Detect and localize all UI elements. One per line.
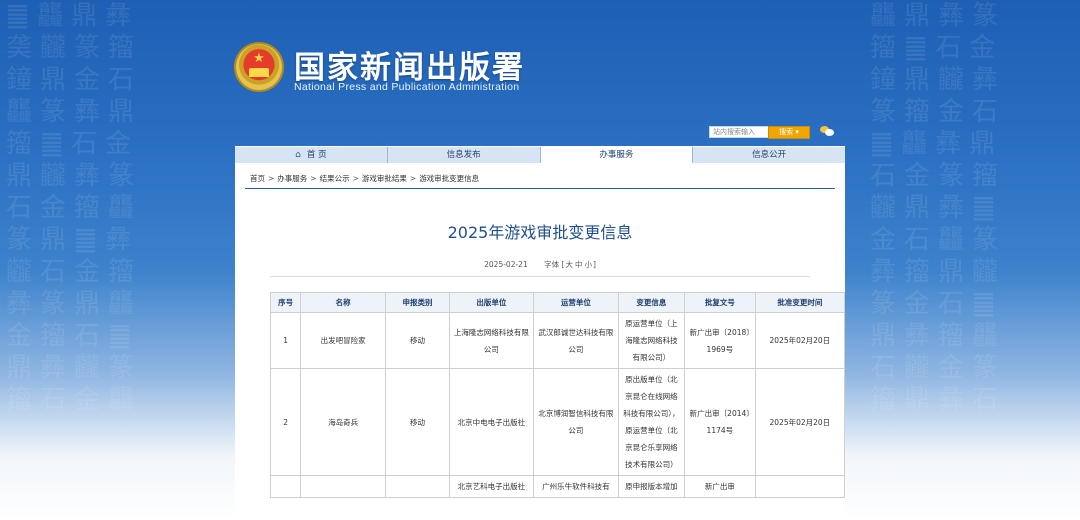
publish-date: 2025-02-21 <box>484 260 528 269</box>
cell-approval: 新广出审〔2014〕1174号 <box>684 368 756 476</box>
font-small-button[interactable]: 小 <box>584 260 592 269</box>
breadcrumb-game-results[interactable]: 游戏审批结果 <box>362 174 407 183</box>
col-header: 批复文号 <box>684 292 756 313</box>
font-medium-button[interactable]: 中 <box>575 260 583 269</box>
font-size-label: 字体 <box>544 260 560 269</box>
approval-change-table: 序号 名称 申报类别 出版单位 运营单位 变更信息 批复文号 批准变更时间 1 … <box>269 292 846 498</box>
breadcrumb-current[interactable]: 游戏审批变更信息 <box>419 174 479 183</box>
home-icon: ⌂ <box>295 150 301 160</box>
cell-operator: 广州乐牛软件科技有 <box>532 475 619 498</box>
breadcrumb: 首页 > 办事服务 > 结果公示 > 游戏审批结果 > 游戏审批变更信息 <box>250 174 480 183</box>
article-title: 2025年游戏审批变更信息 <box>447 223 633 242</box>
cell-category: 移动 <box>385 368 450 476</box>
cell-publisher: 上海隆志网络科技有限公司 <box>448 312 534 369</box>
col-header: 序号 <box>269 292 302 313</box>
breadcrumb-services[interactable]: 办事服务 <box>277 174 307 183</box>
cell-change: 原申报版本增加 <box>617 475 686 498</box>
table-row: 1 出发吧冒险家 移动 上海隆志网络科技有限公司 武汉郎诚世达科技有限公司 原运… <box>269 312 846 369</box>
font-large-button[interactable]: 大 <box>565 260 573 269</box>
cell-date <box>754 475 846 498</box>
table-row: 北京艺科电子出版社 广州乐牛软件科技有 原申报版本增加 新广出审 <box>269 475 846 498</box>
search-input[interactable]: 站内搜索输入 <box>709 126 770 138</box>
national-emblem-icon: ★ <box>236 44 282 90</box>
nav-info-disclosure[interactable]: 信息公开 <box>693 147 845 164</box>
cell-operator: 北京博润智信科技有限公司 <box>532 368 619 476</box>
cell-category <box>385 475 450 498</box>
cell-name: 海岛奇兵 <box>300 368 387 476</box>
breadcrumb-home[interactable]: 首页 <box>250 174 265 183</box>
col-header: 出版单位 <box>448 292 534 313</box>
col-header: 运营单位 <box>532 292 619 313</box>
cell-no: 1 <box>269 312 302 369</box>
breadcrumb-results[interactable]: 结果公示 <box>320 174 350 183</box>
cell-operator: 武汉郎诚世达科技有限公司 <box>532 312 619 369</box>
cell-name: 出发吧冒险家 <box>300 312 387 369</box>
cell-no <box>269 475 302 498</box>
table-header-row: 序号 名称 申报类别 出版单位 运营单位 变更信息 批复文号 批准变更时间 <box>269 292 846 313</box>
nav-services[interactable]: 办事服务 <box>540 147 694 164</box>
search-button[interactable]: 搜索 ▾ <box>768 126 810 139</box>
wechat-icon[interactable] <box>820 126 834 136</box>
cell-change: 原运营单位（上海隆志网络科技有限公司） <box>617 312 686 369</box>
site-subtitle: National Press and Publication Administr… <box>294 81 520 93</box>
cell-approval: 新广出审〔2018〕1969号 <box>684 312 756 369</box>
nav-home[interactable]: ⌂ 首 页 <box>235 147 388 164</box>
main-nav: ⌂ 首 页 信息发布 办事服务 信息公开 <box>235 146 845 164</box>
cell-publisher: 北京中电电子出版社 <box>448 368 534 476</box>
cell-publisher: 北京艺科电子出版社 <box>448 475 534 498</box>
cell-name <box>300 475 387 498</box>
cell-date: 2025年02月20日 <box>754 312 846 369</box>
cell-change: 原出版单位（北京昆仑在线网络科技有限公司），原运营单位（北京昆仑乐享网络技术有限… <box>617 368 686 476</box>
article-meta: 2025-02-21 字体 [大中小] <box>484 260 596 269</box>
col-header: 变更信息 <box>617 292 686 313</box>
cell-date: 2025年02月20日 <box>754 368 846 476</box>
table-row: 2 海岛奇兵 移动 北京中电电子出版社 北京博润智信科技有限公司 原出版单位（北… <box>269 368 846 476</box>
nav-info-release[interactable]: 信息发布 <box>388 147 541 164</box>
col-header: 申报类别 <box>385 292 450 313</box>
col-header: 批准变更时间 <box>754 292 846 313</box>
meta-divider <box>270 276 810 277</box>
content-panel: 首页 > 办事服务 > 结果公示 > 游戏审批结果 > 游戏审批变更信息 2025年游戏审批变更… <box>235 163 846 520</box>
cell-no: 2 <box>269 368 302 476</box>
cell-approval: 新广出审 <box>684 475 756 498</box>
col-header: 名称 <box>300 292 387 313</box>
cell-category: 移动 <box>385 312 450 369</box>
breadcrumb-divider <box>245 188 835 189</box>
